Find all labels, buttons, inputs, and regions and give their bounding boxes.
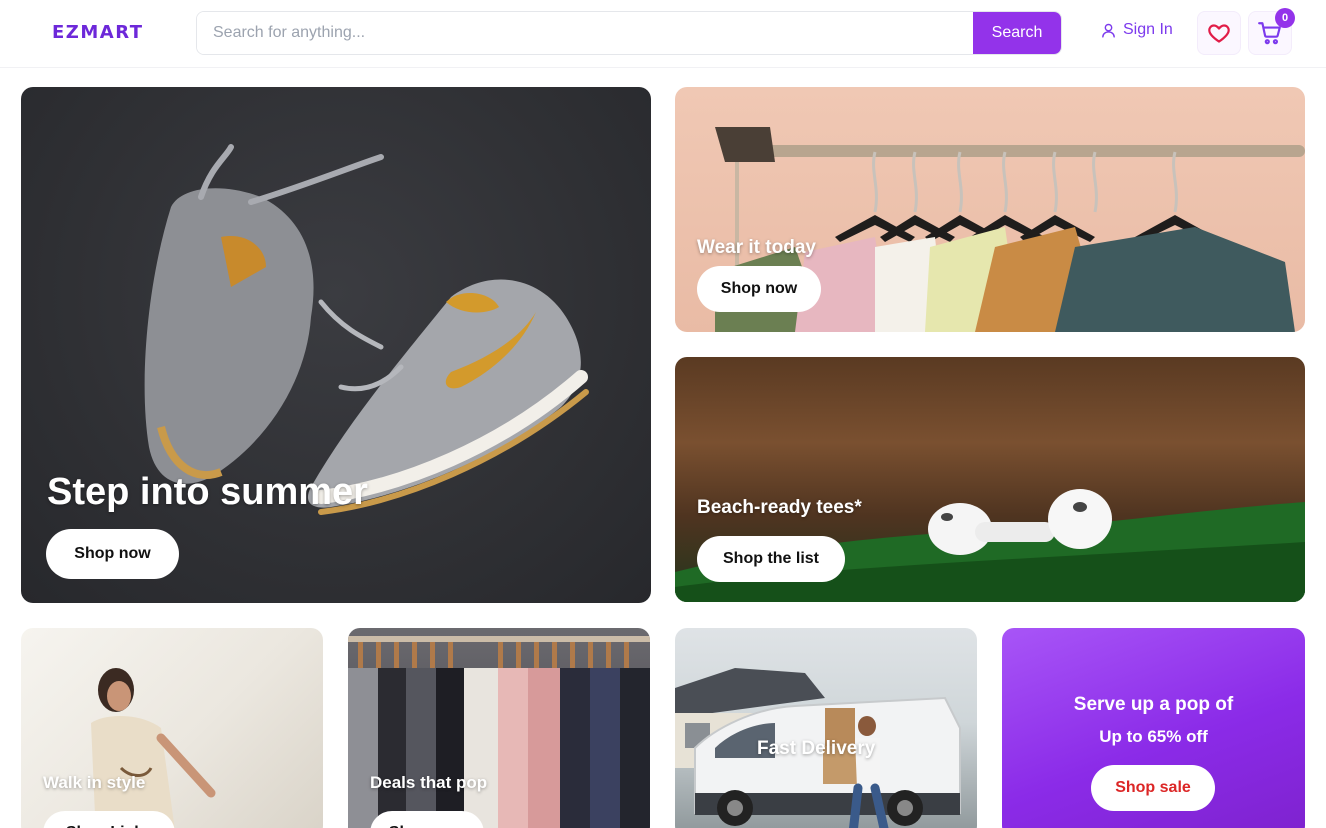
heart-icon xyxy=(1207,21,1231,45)
hero-shop-now-button[interactable]: Shop now xyxy=(46,529,179,579)
wear-it-today-banner[interactable]: Wear it today Shop now xyxy=(675,87,1305,332)
deals-shop-now-button[interactable]: Shop now xyxy=(370,811,484,828)
walk-shop-button[interactable]: Shop Links xyxy=(43,811,175,828)
woman-image xyxy=(91,668,216,828)
beach-shop-the-list-button[interactable]: Shop the list xyxy=(697,536,845,582)
sneakers-image xyxy=(144,144,589,515)
shop-sale-button[interactable]: Shop sale xyxy=(1091,765,1215,811)
cart-count-badge: 0 xyxy=(1275,8,1295,28)
search-bar: Search xyxy=(196,11,1062,55)
promo-title: Serve up a pop of xyxy=(1073,694,1234,715)
cart-button[interactable]: 0 xyxy=(1248,8,1295,55)
fast-delivery-banner[interactable]: Fast Delivery xyxy=(675,628,977,828)
deals-title: Deals that pop xyxy=(370,773,488,792)
walk-in-style-banner[interactable]: Walk in style Shop Links xyxy=(21,628,323,828)
sale-promo-banner[interactable]: Serve up a pop of Up to 65% off Shop sal… xyxy=(1002,628,1305,828)
header: EZMART Search Sign In 0 xyxy=(0,0,1326,68)
fast-delivery-title: Fast Delivery xyxy=(757,738,876,759)
promo-subtitle: Up to 65% off xyxy=(1099,727,1208,746)
wishlist-button[interactable] xyxy=(1197,11,1241,55)
wear-shop-now-button[interactable]: Shop now xyxy=(697,266,821,312)
delivery-van-image xyxy=(675,668,961,828)
wear-title: Wear it today xyxy=(697,237,816,258)
logo[interactable]: EZMART xyxy=(52,22,144,43)
search-button[interactable]: Search xyxy=(973,12,1061,54)
sign-in-label: Sign In xyxy=(1123,21,1173,38)
sign-in-link[interactable]: Sign In xyxy=(1100,21,1173,39)
hero-title: Step into summer xyxy=(47,471,368,513)
user-icon xyxy=(1100,22,1117,39)
clothes-rail-image xyxy=(348,636,650,828)
deals-that-pop-banner[interactable]: Deals that pop Shop now xyxy=(348,628,650,828)
beach-ready-banner[interactable]: Beach-ready tees* Shop the list xyxy=(675,357,1305,602)
search-input[interactable] xyxy=(197,12,973,54)
hero-banner[interactable]: Step into summer Shop now xyxy=(21,87,651,603)
walk-title: Walk in style xyxy=(43,773,146,792)
beach-title: Beach-ready tees* xyxy=(697,497,862,518)
